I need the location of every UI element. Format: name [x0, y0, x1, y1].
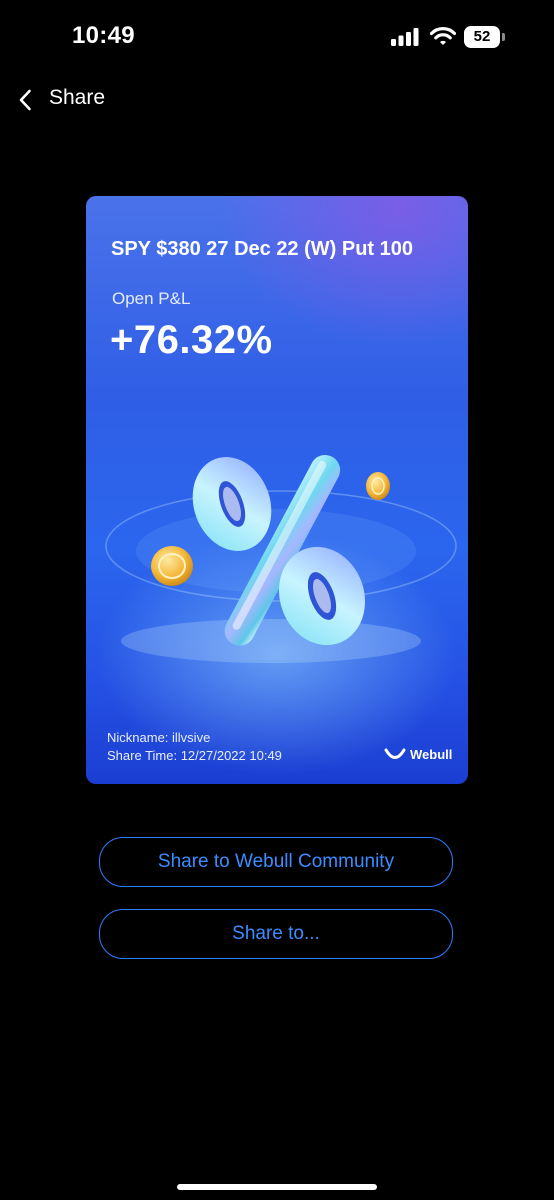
webull-logo-icon: [384, 748, 406, 759]
pnl-label: Open P&L: [112, 289, 191, 308]
home-indicator[interactable]: [177, 1184, 377, 1190]
cellular-signal-icon: [391, 28, 419, 46]
battery-cap: [502, 33, 505, 41]
share-to-community-button[interactable]: Share to Webull Community: [99, 837, 453, 887]
nickname-text: Nickname: illvsive: [107, 730, 211, 745]
page-title: Share: [49, 86, 106, 109]
share-card: SPY $380 27 Dec 22 (W) Put 100 Open P&L …: [86, 196, 468, 784]
battery-level: 52: [473, 28, 491, 45]
battery-icon: 52: [464, 26, 500, 48]
contract-title: SPY $380 27 Dec 22 (W) Put 100: [111, 238, 414, 260]
webull-logo-text: Webull: [410, 747, 453, 762]
status-bar: 10:49 52: [0, 0, 554, 76]
webull-logo: Webull: [384, 745, 454, 767]
percent-artwork-image: [105, 454, 457, 663]
status-time: 10:49: [72, 22, 135, 49]
pnl-value: +76.32%: [110, 318, 273, 362]
chevron-left-icon: [19, 89, 31, 111]
back-button[interactable]: Share: [10, 80, 130, 120]
wifi-icon: [430, 27, 456, 45]
share-to-button[interactable]: Share to...: [99, 909, 453, 959]
share-time-text: Share Time: 12/27/2022 10:49: [107, 748, 282, 763]
